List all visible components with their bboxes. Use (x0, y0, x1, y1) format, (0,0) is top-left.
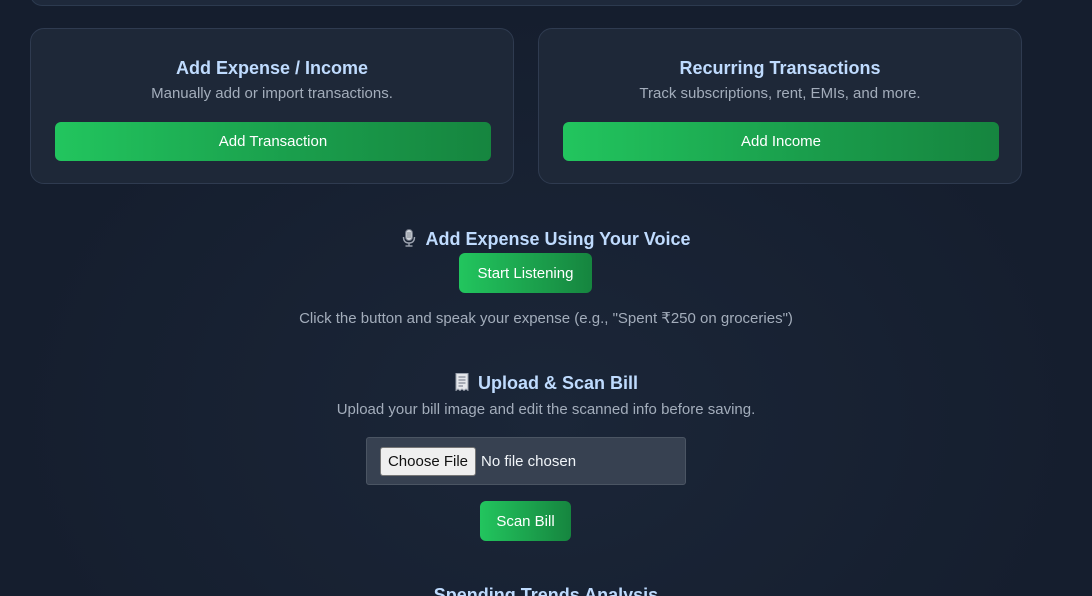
microphone-icon (401, 229, 417, 252)
bill-file-input[interactable]: Choose File No file chosen (366, 437, 686, 485)
choose-file-button[interactable]: Choose File (380, 447, 476, 476)
recurring-transactions-card: Recurring Transactions Track subscriptio… (538, 28, 1022, 184)
card-title: Recurring Transactions (679, 58, 881, 78)
previous-card (30, 0, 1024, 6)
start-listening-button[interactable]: Start Listening (459, 253, 592, 293)
card-subtitle: Manually add or import transactions. (151, 85, 393, 102)
add-transaction-button[interactable]: Add Transaction (55, 122, 491, 161)
scan-bill-button[interactable]: Scan Bill (480, 501, 571, 541)
voice-helper-text: Click the button and speak your expense … (299, 310, 793, 327)
receipt-icon (454, 373, 470, 396)
page: Add Expense / Income Manually add or imp… (0, 0, 1092, 596)
voice-section-title: Add Expense Using Your Voice (0, 229, 1092, 252)
add-expense-income-card: Add Expense / Income Manually add or imp… (30, 28, 514, 184)
add-income-button[interactable]: Add Income (563, 122, 999, 161)
scan-subtitle: Upload your bill image and edit the scan… (336, 401, 756, 418)
spending-trends-title: Spending Trends Analysis (433, 585, 659, 596)
file-status-text: No file chosen (481, 453, 577, 470)
scan-title-text: Upload & Scan Bill (477, 373, 639, 393)
card-subtitle: Track subscriptions, rent, EMIs, and mor… (639, 85, 921, 102)
voice-title-text: Add Expense Using Your Voice (425, 229, 691, 249)
card-title: Add Expense / Income (175, 58, 369, 78)
scan-section-title: Upload & Scan Bill (0, 373, 1092, 396)
